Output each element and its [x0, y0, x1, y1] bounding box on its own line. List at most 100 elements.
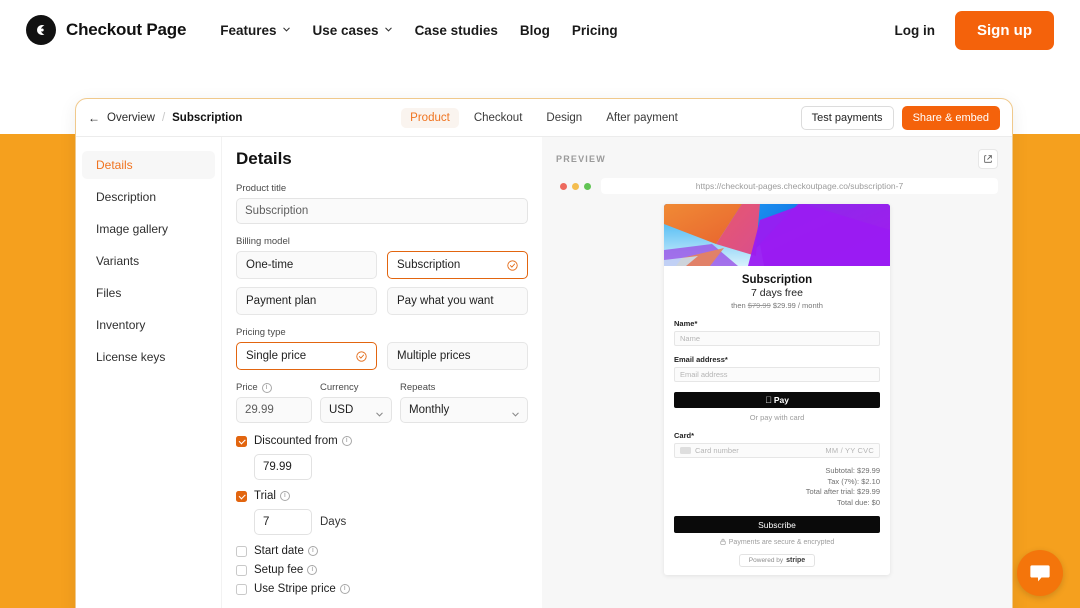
billing-option-one-time[interactable]: One-time	[236, 251, 377, 279]
nav-item-label: Use cases	[312, 22, 379, 38]
sidebar-item-image-gallery[interactable]: Image gallery	[82, 215, 215, 243]
trial-days-input[interactable]	[254, 509, 312, 535]
use-stripe-price-checkbox[interactable]	[236, 583, 247, 595]
product-title-input[interactable]	[236, 198, 528, 224]
discounted-from-row[interactable]: Discounted from i	[236, 435, 528, 447]
powered-by-stripe-badge: Powered by stripe	[739, 554, 815, 567]
nav-item-pricing[interactable]: Pricing	[572, 23, 618, 38]
nav-item-use-cases[interactable]: Use cases	[313, 23, 393, 38]
sidebar-item-inventory[interactable]: Inventory	[82, 311, 215, 339]
billing-option-subscription[interactable]: Subscription	[387, 251, 528, 279]
tab-product[interactable]: Product	[401, 107, 459, 128]
tab-after-payment[interactable]: After payment	[597, 108, 687, 128]
nav-item-blog[interactable]: Blog	[520, 23, 550, 38]
currency-field: Currency USD	[320, 382, 392, 423]
checkout-email-input[interactable]: Email address	[674, 367, 880, 382]
checkout-subtitle: 7 days free	[751, 287, 803, 299]
trial-row[interactable]: Trial i	[236, 490, 528, 502]
price-input[interactable]	[236, 397, 312, 423]
option-label: Payment plan	[246, 295, 317, 307]
required-asterisk: *	[724, 355, 728, 364]
info-icon[interactable]: i	[307, 565, 318, 575]
sidebar-item-details[interactable]: Details	[82, 151, 215, 179]
currency-label: Currency	[320, 382, 359, 393]
card-expiry-cvc-placeholder: MM / YY CVC	[825, 446, 874, 455]
stripe-wordmark: stripe	[786, 557, 806, 564]
brand[interactable]: Checkout Page	[26, 15, 186, 45]
sidebar-item-variants[interactable]: Variants	[82, 247, 215, 275]
check-circle-icon	[507, 259, 518, 271]
repeats-select[interactable]: Monthly	[400, 397, 528, 423]
tab-design[interactable]: Design	[537, 108, 591, 128]
primary-nav: Features Use cases Case studies Blog Pri…	[220, 23, 617, 38]
site-header: Checkout Page Features Use cases Case st…	[0, 0, 1080, 60]
currency-select[interactable]: USD	[320, 397, 392, 423]
app-sidebar: Details Description Image gallery Varian…	[76, 137, 222, 608]
checkout-title: Subscription	[741, 274, 813, 286]
price-note-prefix: then	[731, 301, 746, 310]
apple-pay-label: Pay	[770, 395, 789, 405]
page-title: Details	[236, 149, 292, 168]
nav-item-features[interactable]: Features	[220, 23, 290, 38]
browser-chrome: https://checkout-pages.checkoutpage.co/s…	[556, 178, 998, 194]
open-external-icon[interactable]	[978, 149, 998, 169]
billing-option-payment-plan[interactable]: Payment plan	[236, 287, 377, 315]
checkout-card-input[interactable]: Card number MM / YY CVC	[674, 443, 880, 458]
billing-option-pay-what-you-want[interactable]: Pay what you want	[387, 287, 528, 315]
use-stripe-price-row[interactable]: Use Stripe price i	[236, 583, 528, 595]
login-link[interactable]: Log in	[895, 23, 936, 38]
preview-header: PREVIEW	[556, 149, 998, 169]
chat-widget-button[interactable]	[1017, 550, 1063, 596]
tab-checkout[interactable]: Checkout	[465, 108, 532, 128]
setup-fee-row[interactable]: Setup fee i	[236, 564, 528, 576]
card-input-left: Card number	[680, 446, 739, 455]
pricing-option-single-price[interactable]: Single price	[236, 342, 377, 370]
card-label-text: Card	[674, 431, 692, 440]
share-embed-button[interactable]: Share & embed	[901, 105, 1000, 130]
discounted-from-input[interactable]	[254, 454, 312, 480]
pricing-type-options: Single price Multiple prices	[236, 342, 528, 370]
logo-icon	[26, 15, 56, 45]
app-window: ← Overview / Subscription Product Checko…	[75, 98, 1013, 608]
product-title-label: Product title	[236, 183, 287, 194]
signup-button[interactable]: Sign up	[955, 10, 1054, 50]
info-icon[interactable]: i	[339, 584, 350, 594]
url-bar[interactable]: https://checkout-pages.checkoutpage.co/s…	[601, 178, 998, 194]
nav-item-case-studies[interactable]: Case studies	[415, 23, 498, 38]
info-icon[interactable]: i	[261, 382, 272, 393]
info-icon[interactable]: i	[279, 491, 290, 501]
minimize-dot-icon[interactable]	[572, 182, 579, 190]
setup-fee-label: Setup fee i	[254, 564, 318, 576]
sidebar-item-description[interactable]: Description	[82, 183, 215, 211]
pricing-option-multiple-prices[interactable]: Multiple prices	[387, 342, 528, 370]
start-date-row[interactable]: Start date i	[236, 545, 528, 557]
test-payments-button[interactable]: Test payments	[800, 105, 894, 130]
option-label: One-time	[246, 259, 294, 271]
checkout-card-label: Card*	[674, 431, 880, 440]
checkout-body: Subscription 7 days free then $79.99 $29…	[664, 266, 890, 575]
trial-checkbox[interactable]	[236, 490, 247, 502]
checkout-name-label: Name*	[674, 319, 880, 328]
app-toolbar: ← Overview / Subscription Product Checko…	[76, 99, 1012, 137]
trial-value-row: Days	[254, 509, 528, 535]
close-dot-icon[interactable]	[560, 182, 567, 190]
apple-pay-button[interactable]:  Pay	[674, 392, 880, 408]
sidebar-item-files[interactable]: Files	[82, 279, 215, 307]
maximize-dot-icon[interactable]	[584, 182, 591, 190]
checkout-name-input[interactable]: Name	[674, 331, 880, 346]
billing-model-label: Billing model	[236, 236, 290, 247]
option-label: Pay what you want	[397, 295, 494, 307]
info-icon[interactable]: i	[307, 546, 318, 556]
start-date-checkbox[interactable]	[236, 545, 247, 557]
setup-fee-label-text: Setup fee	[254, 564, 304, 576]
price-row: Price i Currency USD	[236, 382, 528, 423]
discounted-from-label-text: Discounted from	[254, 435, 338, 447]
check-circle-icon	[356, 350, 367, 362]
discounted-from-checkbox[interactable]	[236, 435, 247, 447]
sidebar-item-license-keys[interactable]: License keys	[82, 343, 215, 371]
subscribe-button[interactable]: Subscribe	[674, 516, 880, 533]
info-icon[interactable]: i	[341, 436, 352, 446]
app-toolbar-actions: Test payments Share & embed	[800, 105, 1000, 130]
setup-fee-checkbox[interactable]	[236, 564, 247, 576]
use-stripe-price-label-text: Use Stripe price	[254, 583, 336, 595]
